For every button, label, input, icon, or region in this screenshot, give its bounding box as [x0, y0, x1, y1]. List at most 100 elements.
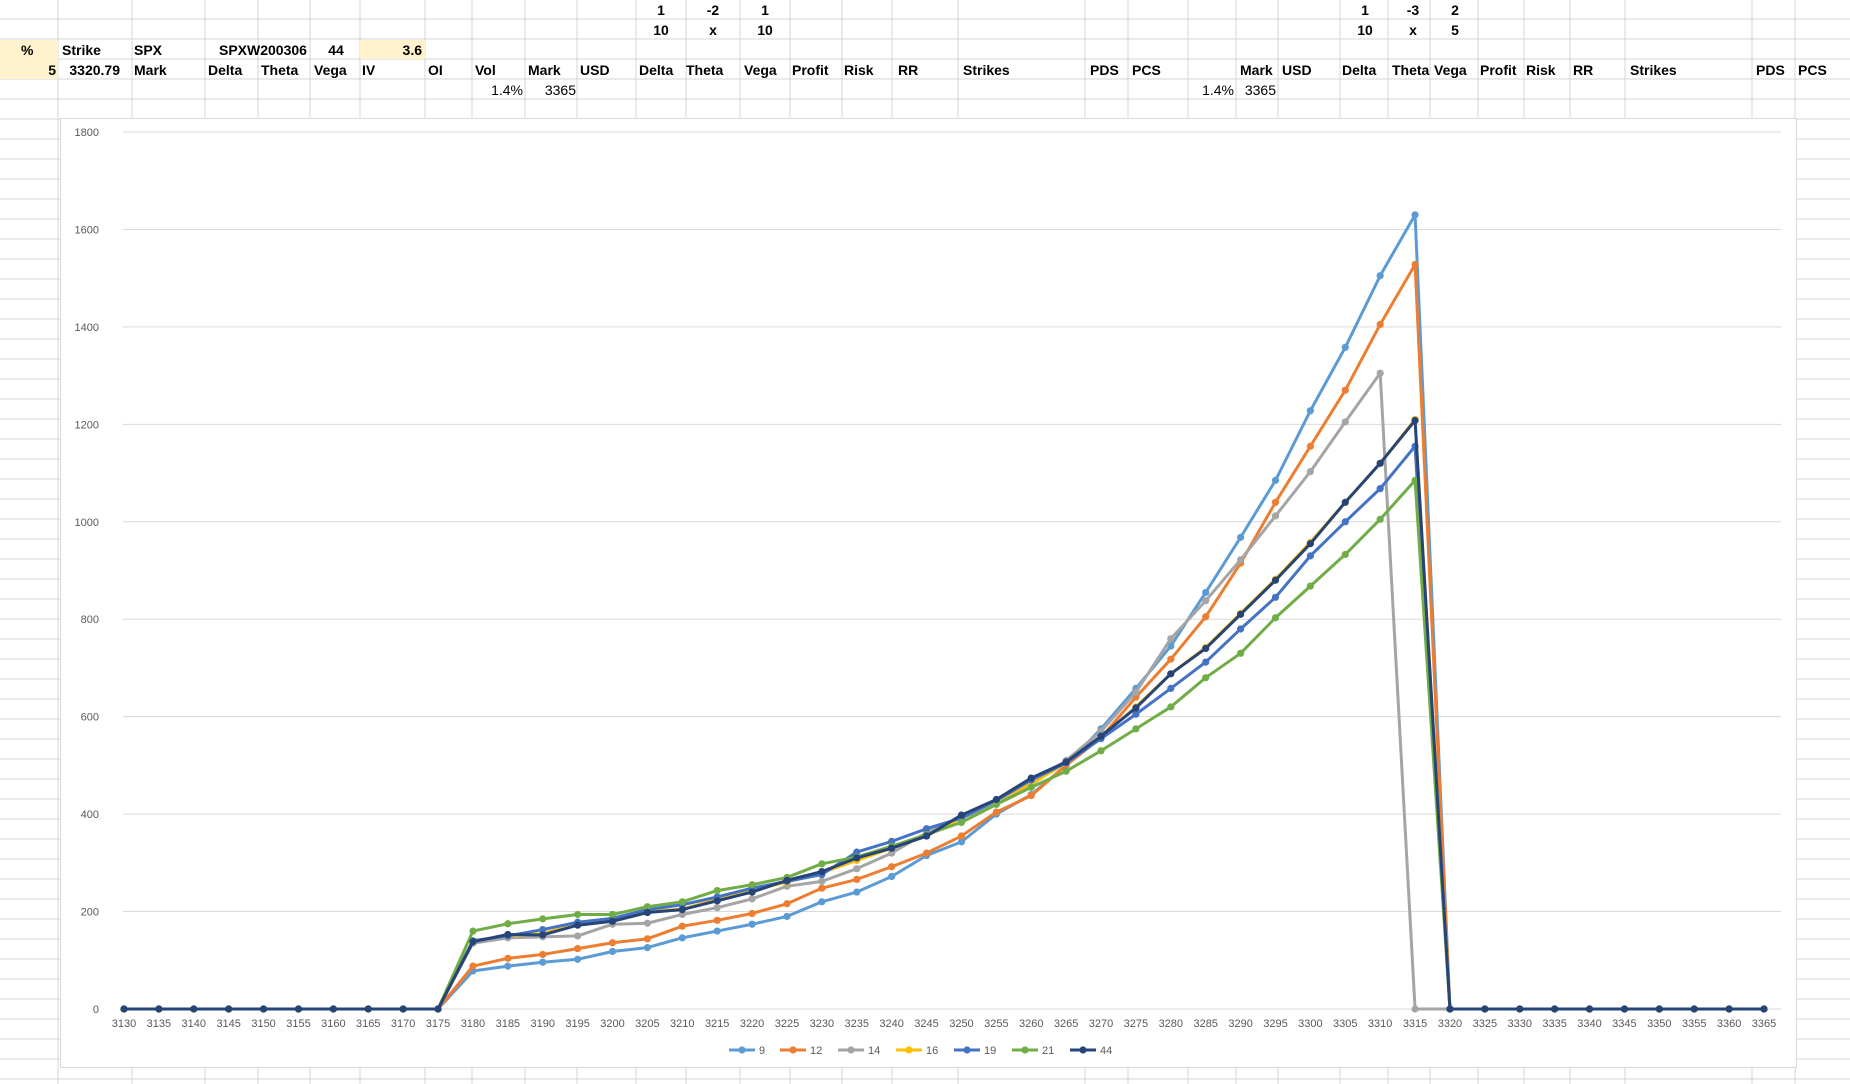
cell-left-vega-header[interactable]: Vega — [744, 60, 777, 80]
x-tick-label: 3135 — [147, 1018, 171, 1030]
cell-left-pds-header[interactable]: PDS — [1090, 60, 1119, 80]
data-point — [783, 912, 791, 921]
data-point — [643, 919, 652, 927]
data-point — [643, 935, 652, 943]
cell-right-mark-value[interactable]: 3365 — [1236, 80, 1276, 100]
cell-right-pcs-header[interactable]: PCS — [1798, 60, 1827, 80]
data-point — [713, 927, 721, 935]
x-tick-label: 3260 — [1019, 1018, 1043, 1030]
cell-pct-value[interactable]: 5 — [0, 60, 56, 80]
cell-oi-header[interactable]: OI — [428, 60, 443, 80]
cell-theta-header[interactable]: Theta — [261, 60, 298, 80]
cell-value[interactable]: 3.6 — [362, 40, 422, 60]
x-tick-label: 3290 — [1228, 1018, 1252, 1030]
line-chart[interactable]: 0 200 400 600 800 1000 1200 1400 1600 1800 3130 313… — [60, 118, 1797, 1068]
data-point — [1202, 597, 1210, 605]
data-point — [957, 818, 966, 826]
cell-vega-header[interactable]: Vega — [314, 60, 347, 80]
data-point — [1376, 485, 1384, 493]
x-tick-label: 3240 — [879, 1018, 903, 1030]
x-tick-label: 3340 — [1577, 1018, 1601, 1030]
cell-right-theta-header[interactable]: Theta — [1392, 60, 1429, 80]
data-point — [608, 910, 617, 919]
cell-symbol[interactable]: SPXW200306 — [219, 40, 309, 60]
data-point — [1446, 1005, 1454, 1013]
cell-left-profit-header[interactable]: Profit — [792, 60, 829, 80]
cell-left-qty-a[interactable]: 10 — [636, 20, 686, 40]
data-point — [190, 1005, 198, 1013]
data-point — [713, 904, 721, 912]
cell-iv-header[interactable]: IV — [362, 60, 375, 80]
legend-marker-19 — [963, 1046, 971, 1054]
cell-right-risk-header[interactable]: Risk — [1526, 60, 1556, 80]
cell-right-qty-b[interactable]: 5 — [1430, 20, 1480, 40]
cell-left-delta-header[interactable]: Delta — [639, 60, 673, 80]
cell-left-pct[interactable]: 1.4% — [473, 80, 523, 100]
data-point — [120, 1005, 128, 1013]
cell-right-strikes-header[interactable]: Strikes — [1630, 60, 1677, 80]
x-tick-label: 3195 — [565, 1018, 589, 1030]
cell-left-qty-b[interactable]: 10 — [740, 20, 790, 40]
cell-left-ratio-1[interactable]: 1 — [636, 0, 686, 20]
legend-marker-44 — [1079, 1046, 1087, 1054]
data-point — [1167, 655, 1175, 663]
cell-right-delta-header[interactable]: Delta — [1342, 60, 1376, 80]
cell-right-ratio-1[interactable]: 1 — [1340, 0, 1390, 20]
data-point — [504, 954, 512, 962]
legend-label-19: 19 — [984, 1045, 996, 1057]
cell-right-pds-header[interactable]: PDS — [1756, 60, 1785, 80]
cell-left-usd-header[interactable]: USD — [580, 60, 610, 80]
data-point — [504, 920, 512, 928]
data-point — [818, 898, 826, 906]
data-point — [608, 947, 617, 956]
cell-spx[interactable]: SPX — [134, 40, 204, 60]
cell-right-usd-header[interactable]: USD — [1282, 60, 1312, 80]
cell-left-pcs-header[interactable]: PCS — [1132, 60, 1161, 80]
cell-left-risk-header[interactable]: Risk — [844, 60, 874, 80]
cell-left-qty-x[interactable]: x — [688, 20, 738, 40]
data-point — [643, 908, 652, 917]
cell-right-profit-header[interactable]: Profit — [1480, 60, 1517, 80]
cell-right-pct[interactable]: 1.4% — [1188, 80, 1234, 100]
x-tick-label: 3170 — [391, 1018, 415, 1030]
cell-right-vega-header[interactable]: Vega — [1434, 60, 1467, 80]
data-point — [574, 921, 582, 929]
cell-right-qty-a[interactable]: 10 — [1340, 20, 1390, 40]
data-point — [574, 955, 582, 963]
data-point — [1167, 635, 1175, 643]
data-point — [1236, 556, 1245, 564]
cell-left-theta-header[interactable]: Theta — [686, 60, 723, 80]
data-point — [1062, 758, 1070, 766]
cell-vol-header[interactable]: Vol — [475, 60, 496, 80]
cell-right-rr-header[interactable]: RR — [1573, 60, 1593, 80]
data-point — [1202, 644, 1210, 653]
legend-marker-12 — [789, 1046, 797, 1054]
x-tick-label: 3360 — [1717, 1018, 1741, 1030]
cell-pct-header[interactable]: % — [21, 40, 55, 60]
cell-left-strikes-header[interactable]: Strikes — [963, 60, 1010, 80]
cell-left-ratio-neg[interactable]: -2 — [688, 0, 738, 20]
cell-strike-header[interactable]: Strike — [62, 40, 130, 60]
cell-dte[interactable]: 44 — [311, 40, 361, 60]
cell-mark-header[interactable]: Mark — [134, 60, 167, 80]
series-line-12 — [124, 263, 1764, 1011]
cell-right-ratio-2[interactable]: 2 — [1430, 0, 1480, 20]
data-point — [1236, 649, 1245, 657]
cell-delta-header[interactable]: Delta — [208, 60, 242, 80]
cell-left-mark-value[interactable]: 3365 — [526, 80, 576, 100]
data-point — [922, 849, 931, 857]
data-point — [294, 1005, 303, 1013]
cell-left-ratio-2[interactable]: 1 — [740, 0, 790, 20]
data-point — [1690, 1005, 1698, 1013]
y-tick-label: 800 — [81, 614, 99, 626]
cell-right-mark-header[interactable]: Mark — [1240, 60, 1273, 80]
cell-spot-price[interactable]: 3320.79 — [58, 60, 120, 80]
data-point — [713, 916, 721, 924]
data-point — [1411, 260, 1419, 269]
data-point — [818, 884, 826, 892]
legend-label-9: 9 — [759, 1045, 765, 1057]
cell-left-rr-header[interactable]: RR — [898, 60, 918, 80]
data-point — [1202, 674, 1210, 682]
data-point — [853, 888, 861, 896]
cell-left-mark-header[interactable]: Mark — [528, 60, 561, 80]
